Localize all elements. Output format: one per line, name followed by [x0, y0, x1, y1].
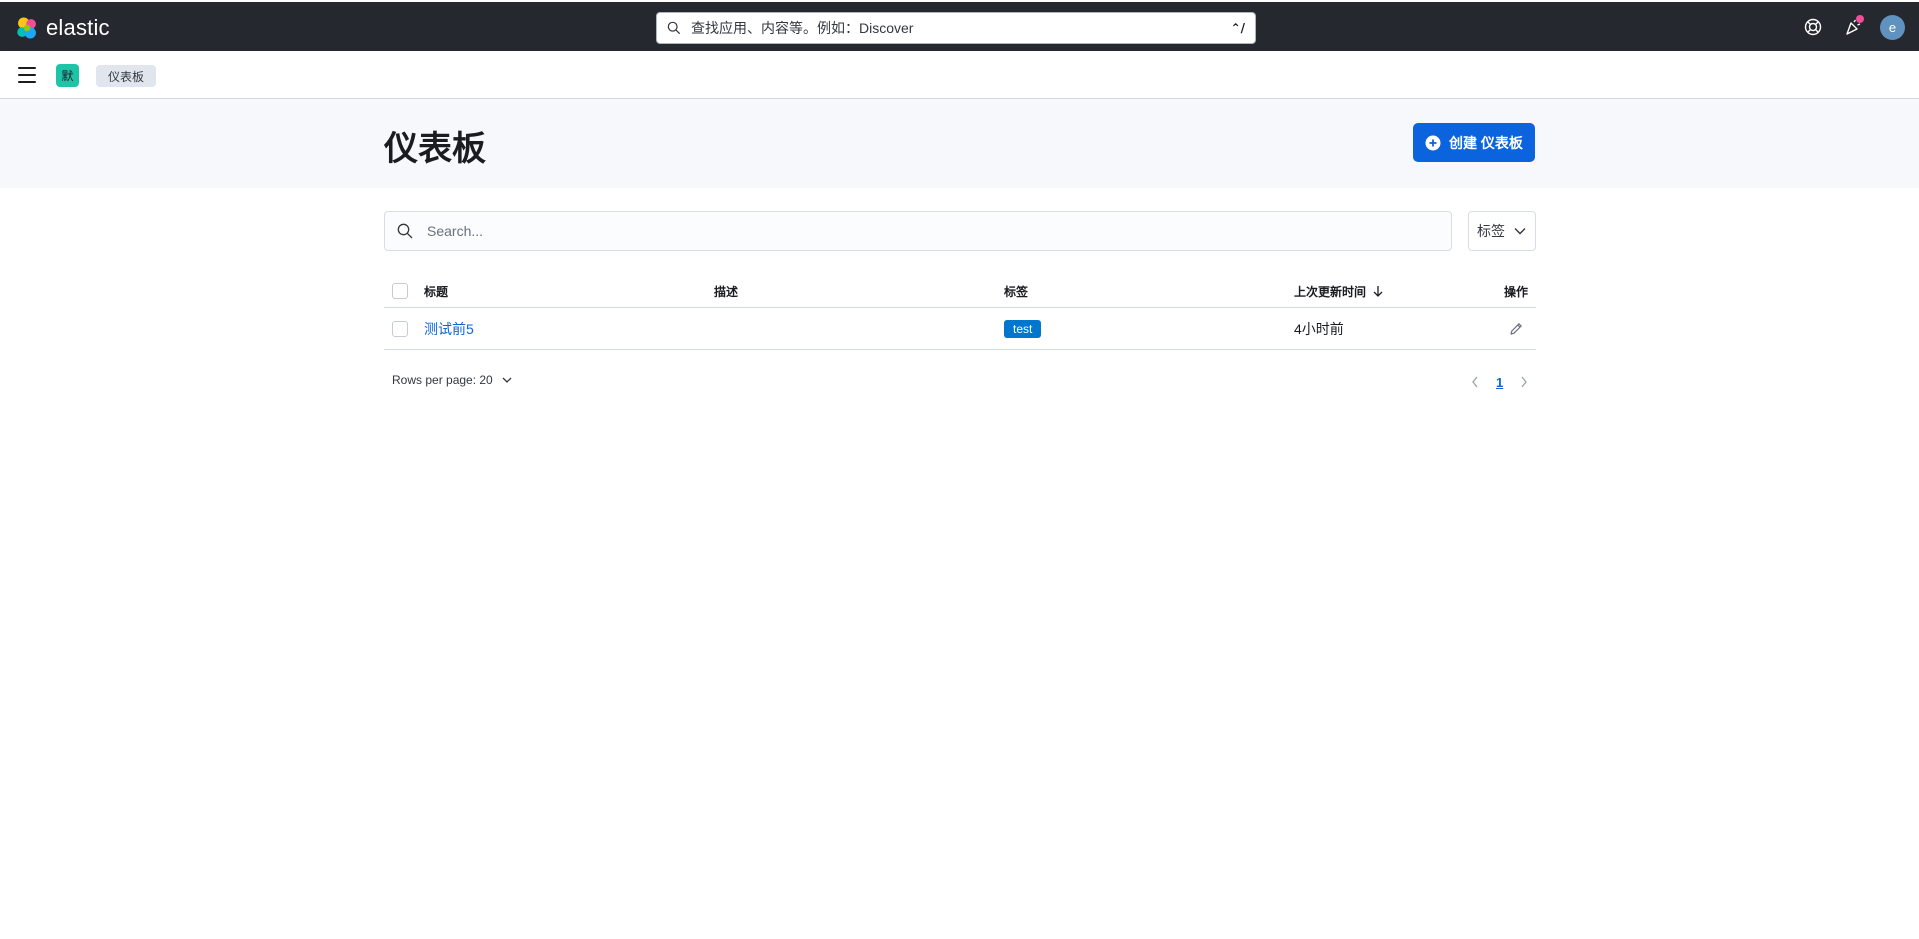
- pagination: 1: [1468, 371, 1531, 393]
- search-icon: [667, 21, 681, 35]
- top-header: elastic ⌃/ e: [0, 0, 1919, 51]
- global-search-input[interactable]: [691, 20, 1231, 36]
- row-checkbox[interactable]: [392, 320, 408, 337]
- space-selector[interactable]: 默: [56, 64, 79, 87]
- tag-badge[interactable]: test: [1004, 319, 1042, 338]
- chevron-right-icon: [1521, 376, 1528, 388]
- rows-per-page-button[interactable]: Rows per page: 20: [392, 373, 513, 387]
- arrow-down-icon: [1373, 286, 1383, 297]
- dashboard-search[interactable]: [384, 211, 1452, 251]
- column-actions: 操作: [1503, 284, 1528, 299]
- user-avatar[interactable]: e: [1880, 15, 1905, 40]
- brand-name: elastic: [46, 15, 110, 40]
- dashboard-title-link[interactable]: 测试前5: [424, 319, 474, 339]
- create-dashboard-button[interactable]: 创建 仪表板: [1413, 123, 1535, 162]
- hamburger-icon-line: [18, 81, 36, 83]
- search-icon: [397, 223, 413, 239]
- page-header: 仪表板 创建 仪表板: [0, 99, 1919, 188]
- rows-per-page-label: Rows per page: 20: [392, 373, 493, 387]
- tags-filter-button[interactable]: 标签: [1468, 211, 1536, 251]
- search-shortcut-hint: ⌃/: [1230, 21, 1245, 35]
- elastic-logo-icon: [17, 17, 36, 39]
- dashboards-table: 标题 描述 标签 上次更新时间 操作 测试前5 test 4小时前: [384, 275, 1536, 350]
- create-dashboard-label: 创建 仪表板: [1449, 134, 1523, 151]
- previous-page-button[interactable]: [1468, 375, 1482, 389]
- row-updated: 4小时前: [1294, 320, 1344, 337]
- dashboard-search-input[interactable]: [427, 223, 1439, 239]
- chevron-down-icon: [502, 377, 512, 383]
- column-updated[interactable]: 上次更新时间: [1294, 275, 1384, 307]
- column-description[interactable]: 描述: [714, 275, 738, 307]
- help-button[interactable]: [1802, 16, 1824, 38]
- column-tags[interactable]: 标签: [1004, 275, 1028, 307]
- page-title: 仪表板: [384, 130, 486, 168]
- menu-toggle-button[interactable]: [18, 67, 36, 83]
- page-number[interactable]: 1: [1496, 375, 1503, 390]
- column-title[interactable]: 标题: [424, 275, 448, 307]
- hamburger-icon-line: [18, 67, 36, 69]
- table-header: 标题 描述 标签 上次更新时间 操作: [384, 275, 1536, 308]
- tags-filter-label: 标签: [1477, 223, 1505, 239]
- hamburger-icon-line: [18, 74, 36, 76]
- pencil-icon[interactable]: [1508, 321, 1524, 337]
- news-feed-button[interactable]: [1842, 15, 1864, 38]
- elastic-logo[interactable]: elastic: [14, 14, 110, 42]
- select-all-checkbox[interactable]: [392, 283, 408, 299]
- chevron-left-icon: [1472, 376, 1478, 388]
- breadcrumb-current: 仪表板: [96, 65, 157, 87]
- notification-dot: [1856, 15, 1864, 23]
- column-updated-label: 上次更新时间: [1294, 284, 1367, 299]
- plus-circle-icon: [1425, 135, 1441, 150]
- table-row: 测试前5 test 4小时前: [384, 308, 1536, 350]
- chevron-down-icon: [1514, 228, 1526, 235]
- next-page-button[interactable]: [1517, 375, 1531, 389]
- help-lifebuoy-icon: [1804, 18, 1822, 36]
- breadcrumb-bar: 默 仪表板: [0, 51, 1919, 99]
- global-search[interactable]: ⌃/: [656, 12, 1256, 44]
